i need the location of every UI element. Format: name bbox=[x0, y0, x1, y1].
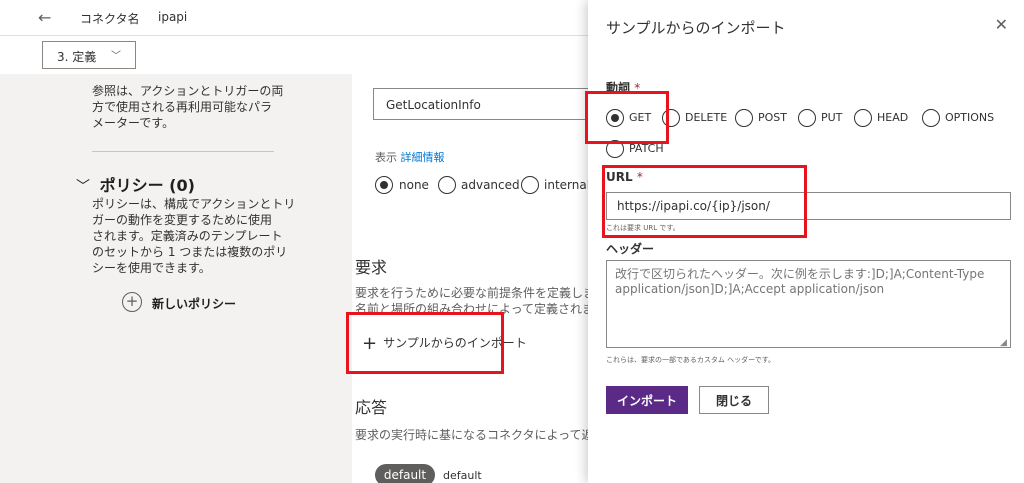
response-section-title: 応答 bbox=[355, 398, 388, 417]
verb-options-radio[interactable] bbox=[922, 109, 940, 127]
visibility-option-label: advanced bbox=[461, 178, 520, 192]
url-label: URL * bbox=[606, 170, 643, 184]
url-input[interactable] bbox=[606, 192, 1011, 220]
verb-option-label: HEAD bbox=[877, 111, 909, 124]
visibility-option-label: internal bbox=[544, 178, 591, 192]
import-button[interactable]: インポート bbox=[606, 386, 688, 414]
default-response-label: default bbox=[443, 469, 482, 482]
verb-label-text: 動詞 bbox=[606, 81, 631, 95]
url-hint: これは要求 URL です。 bbox=[606, 224, 680, 232]
verb-option-label: GET bbox=[629, 111, 652, 124]
verb-option-label: POST bbox=[758, 111, 787, 124]
parameters-description: 参照は、アクションとトリガーの両 方で使用される再利用可能なパラ メーターです。 bbox=[92, 83, 283, 131]
add-icon: + bbox=[362, 333, 378, 354]
import-from-sample-label: サンプルからのインポート bbox=[383, 336, 527, 350]
visibility-none-radio[interactable] bbox=[375, 176, 393, 194]
policy-description-line: されます。定義済みのテンプレート bbox=[92, 229, 283, 243]
required-mark: * bbox=[634, 81, 641, 95]
parameters-description-line: 方で使用される再利用可能なパラ bbox=[92, 100, 273, 114]
policy-description-line: シーを使用できます。 bbox=[92, 261, 211, 275]
step-dropdown-label: 3. 定義 bbox=[57, 50, 97, 64]
verb-option-label: OPTIONS bbox=[945, 111, 995, 124]
resize-grip-icon[interactable]: ◢ bbox=[1000, 338, 1007, 348]
chevron-down-icon: ﹀ bbox=[76, 179, 90, 195]
policy-description-line: のセットから 1 つまたは複数のポリ bbox=[92, 245, 288, 259]
learn-more-link[interactable]: 詳細情報 bbox=[401, 151, 445, 164]
verb-get-radio[interactable] bbox=[606, 109, 624, 127]
verb-patch-radio[interactable] bbox=[606, 140, 624, 158]
headers-hint: これらは、要求の一部であるカスタム ヘッダーです。 bbox=[606, 356, 776, 364]
step-dropdown[interactable]: 3. 定義 ﹀ bbox=[42, 41, 136, 69]
arrow-left-icon[interactable]: ← bbox=[38, 8, 51, 27]
close-icon[interactable]: ✕ bbox=[995, 15, 1008, 34]
connector-name-label: コネクタ名 bbox=[80, 12, 140, 26]
verb-head-radio[interactable] bbox=[854, 109, 872, 127]
visibility-advanced-radio[interactable] bbox=[438, 176, 456, 194]
chevron-down-icon: ﹀ bbox=[111, 51, 121, 62]
verb-option-label: PUT bbox=[821, 111, 843, 124]
policy-description-line: ポリシーは、構成でアクションとトリ bbox=[92, 197, 296, 211]
left-panel: 参照は、アクションとトリガーの両 方で使用される再利用可能なパラ メーターです。… bbox=[0, 74, 352, 483]
verb-option-label: DELETE bbox=[685, 111, 728, 124]
headers-label: ヘッダー bbox=[606, 242, 655, 256]
verb-label: 動詞 * bbox=[606, 79, 640, 96]
visibility-option-label: none bbox=[399, 178, 429, 192]
request-description-line: 要求を行うために必要な前提条件を定義しま bbox=[355, 286, 595, 300]
parameters-description-line: 参照は、アクションとトリガーの両 bbox=[92, 84, 284, 98]
visibility-label-text: 表示 bbox=[375, 151, 397, 164]
add-circle-icon[interactable]: + bbox=[122, 292, 142, 312]
request-section-title: 要求 bbox=[355, 258, 388, 277]
policy-section-title: ポリシー (0) bbox=[99, 176, 195, 195]
verb-option-label: PATCH bbox=[629, 142, 664, 155]
visibility-label: 表示 詳細情報 bbox=[375, 149, 445, 165]
request-description-line: 名前と場所の組み合わせによって定義されま bbox=[355, 302, 595, 316]
panel-title: サンプルからのインポート bbox=[606, 19, 786, 37]
response-description: 要求の実行時に基になるコネクタによって返さ bbox=[355, 428, 595, 442]
close-button[interactable]: 閉じる bbox=[699, 386, 769, 414]
policy-section-header[interactable]: ﹀ ポリシー (0) bbox=[76, 172, 195, 196]
verb-post-radio[interactable] bbox=[735, 109, 753, 127]
connector-name-value: ipapi bbox=[158, 10, 188, 24]
verb-delete-radio[interactable] bbox=[662, 109, 680, 127]
import-from-sample-panel: サンプルからのインポート ✕ 動詞 * GET DELETE POST PUT … bbox=[588, 0, 1024, 483]
required-mark: * bbox=[636, 170, 643, 184]
policy-description: ポリシーは、構成でアクションとトリ ガーの動作を変更するために使用 されます。定… bbox=[92, 196, 295, 276]
request-description: 要求を行うために必要な前提条件を定義しま 名前と場所の組み合わせによって定義され… bbox=[355, 285, 595, 317]
policy-description-line: ガーの動作を変更するために使用 bbox=[92, 213, 273, 227]
parameters-description-line: メーターです。 bbox=[92, 116, 175, 130]
operation-id-input[interactable]: GetLocationInfo bbox=[373, 88, 603, 120]
section-divider bbox=[92, 151, 274, 152]
general-card: GetLocationInfo 表示 詳細情報 none advanced in… bbox=[355, 74, 603, 220]
new-policy-button[interactable]: 新しいポリシー bbox=[152, 295, 236, 312]
headers-textarea[interactable] bbox=[606, 260, 1011, 348]
import-from-sample-button[interactable]: + サンプルからのインポート bbox=[362, 333, 527, 354]
default-response-badge[interactable]: default bbox=[375, 464, 435, 483]
url-label-text: URL bbox=[606, 170, 633, 184]
verb-put-radio[interactable] bbox=[798, 109, 816, 127]
visibility-internal-radio[interactable] bbox=[521, 176, 539, 194]
